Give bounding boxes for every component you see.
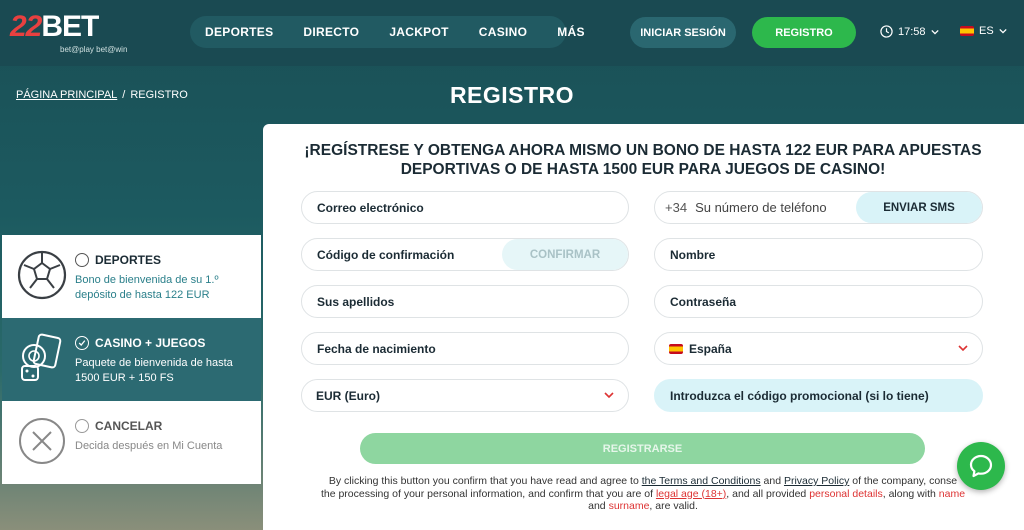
football-icon [17,250,67,300]
legal-text-part: , along with [882,487,939,500]
bonus-title-row: CASINO + JUEGOS [75,336,255,350]
password-input[interactable] [670,294,982,309]
legal-text-part: the processing of your personal informat… [320,487,656,500]
spain-flag-icon [669,343,683,354]
surname-field[interactable] [301,285,629,318]
top-header: 22BET bet@play bet@win DEPORTES DIRECTO … [0,0,1024,66]
legal-text-part: , and all provided [726,487,810,500]
nav-item-directo[interactable]: DIRECTO [288,25,374,39]
language-code: ES [979,25,994,37]
legal-text-part: and [588,500,609,512]
submit-register-button[interactable]: REGISTRARSE [360,433,925,464]
bonus-text: CANCELAR Decida después en Mi Cuenta [75,419,255,454]
legal-text-part: and [760,475,784,487]
logo-22: 22 [10,10,42,43]
logo-text: 22BET [10,10,99,44]
logo-tagline: bet@play bet@win [60,45,128,54]
currency-value: EUR (Euro) [316,388,380,403]
bonus-title: CASINO + JUEGOS [95,336,206,350]
chevron-down-icon [604,392,614,399]
name-link[interactable]: name [939,488,965,500]
clock-icon [880,25,893,38]
bonus-title-row: CANCELAR [75,419,255,433]
login-button[interactable]: INICIAR SESIÓN [630,17,736,48]
email-field[interactable] [301,191,629,224]
radio-casino[interactable] [75,336,89,350]
legal-age-link[interactable]: legal age (18+) [656,488,726,500]
chat-button[interactable] [957,442,1005,490]
email-input[interactable] [317,200,628,215]
legal-text-part: By clicking this button you confirm that… [328,475,642,487]
casino-chips-icon [21,333,62,381]
confirm-button[interactable]: CONFIRMAR [502,239,628,270]
logo[interactable]: 22BET bet@play bet@win [10,10,150,56]
legal-text-part: , are valid. [649,500,698,512]
language-selector[interactable]: ES [960,25,1007,37]
register-button[interactable]: REGISTRO [752,17,856,48]
promo-code-field[interactable] [654,379,983,412]
cancel-icon [19,418,65,464]
chevron-down-icon [958,345,968,352]
legal-text: By clicking this button you confirm that… [293,475,993,513]
chat-icon [969,454,993,478]
spain-flag-icon [960,26,974,36]
terms-link[interactable]: the Terms and Conditions [642,475,761,487]
surname-link[interactable]: surname [609,500,650,512]
radio-cancelar[interactable] [75,419,89,433]
clock-time: 17:58 [898,25,926,38]
main-nav: DEPORTES DIRECTO JACKPOT CASINO MÁS [190,16,585,48]
bonus-option-cancelar[interactable]: CANCELAR Decida después en Mi Cuenta [2,401,261,484]
surname-input[interactable] [317,294,628,309]
check-icon [78,340,86,346]
nav-item-deportes[interactable]: DEPORTES [190,25,288,39]
bonus-title: DEPORTES [95,253,162,267]
bonus-desc: Bono de bienvenida de su 1.º depósito de… [75,274,219,301]
personal-details-link[interactable]: personal details [809,488,883,500]
name-input[interactable] [670,247,982,262]
privacy-link[interactable]: Privacy Policy [784,475,849,487]
legal-text-part: of the company, conse [849,475,958,487]
currency-select[interactable]: EUR (Euro) [301,379,629,412]
birthdate-field[interactable] [301,332,629,365]
nav-item-casino[interactable]: CASINO [464,25,542,39]
bonus-desc: Paquete de bienvenida de hasta 1500 EUR … [75,357,233,384]
confirmation-code-field[interactable]: CONFIRMAR [301,238,629,271]
chevron-down-icon [930,29,939,35]
country-select[interactable]: España [654,332,983,365]
nav-item-mas[interactable]: MÁS [542,25,600,39]
bonus-option-casino[interactable]: CASINO + JUEGOS Paquete de bienvenida de… [2,318,261,401]
birthdate-input[interactable] [317,341,628,356]
logo-bet: BET [41,10,99,43]
bonus-title: CANCELAR [95,419,163,433]
clock-selector[interactable]: 17:58 [880,25,939,38]
nav-item-jackpot[interactable]: JACKPOT [374,25,463,39]
radio-deportes[interactable] [75,253,89,267]
password-field[interactable] [654,285,983,318]
promo-code-input[interactable] [670,388,982,403]
send-sms-button[interactable]: ENVIAR SMS [856,192,982,223]
bonus-option-deportes[interactable]: DEPORTES Bono de bienvenida de su 1.º de… [2,235,261,318]
registration-form: ¡REGÍSTRESE Y OBTENGA AHORA MISMO UN BON… [263,124,1024,530]
page-title: REGISTRO [449,82,575,108]
bonus-desc: Decida después en Mi Cuenta [75,440,223,452]
phone-field[interactable]: +34 ENVIAR SMS [654,191,983,224]
chevron-down-icon [999,28,1007,34]
phone-prefix[interactable]: +34 [665,200,687,215]
bonus-text: DEPORTES Bono de bienvenida de su 1.º de… [75,253,255,303]
country-value: España [689,341,732,356]
promo-headline: ¡REGÍSTRESE Y OBTENGA AHORA MISMO UN BON… [304,142,982,178]
bonus-selector: DEPORTES Bono de bienvenida de su 1.º de… [2,235,261,485]
name-field[interactable] [654,238,983,271]
bonus-text: CASINO + JUEGOS Paquete de bienvenida de… [75,336,255,386]
bonus-title-row: DEPORTES [75,253,255,267]
